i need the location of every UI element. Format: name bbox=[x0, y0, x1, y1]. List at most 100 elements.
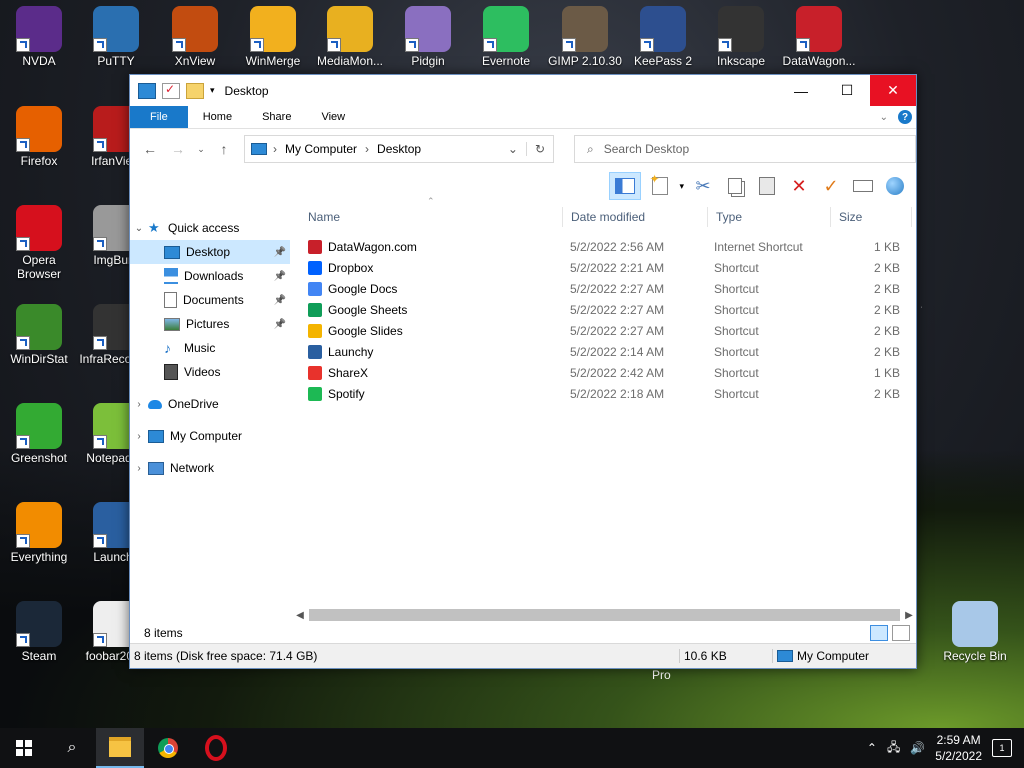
chevron-right-icon[interactable]: › bbox=[365, 142, 369, 156]
details-view-button[interactable] bbox=[870, 625, 888, 641]
column-size[interactable]: Size bbox=[831, 207, 912, 227]
cut-icon[interactable]: ✂ bbox=[690, 173, 716, 199]
desktop-icon-putty[interactable]: PuTTY bbox=[78, 6, 154, 68]
help-icon[interactable]: ? bbox=[898, 110, 912, 124]
pin-icon[interactable]: 📌 bbox=[274, 295, 286, 306]
volume-icon[interactable]: 🔊 bbox=[910, 741, 925, 755]
pin-icon[interactable]: 📌 bbox=[274, 247, 286, 258]
search-box[interactable]: ⌕ Search Desktop bbox=[574, 135, 916, 163]
pin-icon[interactable]: 📌 bbox=[274, 319, 286, 330]
desktop-icon-mediamonkey[interactable]: MediaMon... bbox=[312, 6, 388, 68]
desktop-icon-windirstat[interactable]: WinDirStat bbox=[1, 304, 77, 366]
up-button[interactable]: ↑ bbox=[214, 141, 234, 157]
notifications-icon[interactable]: 1 bbox=[992, 739, 1012, 757]
scroll-right-icon[interactable]: ▶ bbox=[902, 610, 916, 621]
forward-button[interactable]: → bbox=[168, 141, 188, 157]
nav-network[interactable]: › Network bbox=[130, 456, 290, 480]
chevron-right-icon[interactable]: › bbox=[130, 431, 148, 442]
column-name[interactable]: Name bbox=[300, 207, 563, 227]
file-row[interactable]: Google Docs 5/2/2022 2:27 AM Shortcut 2 KB bbox=[300, 278, 916, 299]
desktop-icon-evernote[interactable]: Evernote bbox=[468, 6, 544, 68]
nav-item-videos[interactable]: Videos bbox=[130, 360, 290, 384]
new-item-button[interactable]: ✦ bbox=[647, 172, 673, 199]
tab-view[interactable]: View bbox=[306, 106, 360, 128]
address-dropdown-icon[interactable]: ⌄ bbox=[500, 142, 527, 156]
close-button[interactable]: ✕ bbox=[870, 75, 916, 106]
horizontal-scrollbar[interactable]: ◀ ▶ bbox=[293, 608, 916, 622]
scrollbar-thumb[interactable] bbox=[309, 609, 900, 621]
desktop-icon-inkscape[interactable]: Inkscape bbox=[703, 6, 779, 68]
desktop-icon-xnview[interactable]: XnView bbox=[157, 6, 233, 68]
chevron-down-icon[interactable]: ⌄ bbox=[130, 223, 148, 234]
taskbar-file-explorer[interactable] bbox=[96, 728, 144, 768]
column-type[interactable]: Type bbox=[708, 207, 831, 227]
chevron-right-icon[interactable]: › bbox=[130, 463, 148, 474]
desktop-icon-everything[interactable]: Everything bbox=[1, 502, 77, 564]
breadcrumb-my-computer[interactable]: My Computer bbox=[285, 142, 357, 156]
desktop-icon-pidgin[interactable]: Pidgin bbox=[390, 6, 466, 68]
new-folder-icon[interactable] bbox=[186, 82, 204, 99]
nav-my-computer[interactable]: › My Computer bbox=[130, 424, 290, 448]
nav-item-pictures[interactable]: Pictures 📌 bbox=[130, 312, 290, 336]
clock[interactable]: 2:59 AM 5/2/2022 bbox=[935, 732, 982, 764]
taskbar-opera[interactable] bbox=[192, 728, 240, 768]
desktop-icon-greenshot[interactable]: Greenshot bbox=[1, 403, 77, 465]
refresh-icon[interactable]: ↻ bbox=[527, 142, 553, 156]
maximize-button[interactable]: ☐ bbox=[824, 75, 870, 106]
title-bar[interactable]: ✓ ▾ Desktop — ☐ ✕ bbox=[130, 75, 916, 106]
globe-icon[interactable] bbox=[882, 173, 908, 199]
file-row[interactable]: DataWagon.com 5/2/2022 2:56 AM Internet Sh… bbox=[300, 236, 916, 257]
checkmark-icon[interactable]: ✓ bbox=[818, 173, 844, 199]
file-row[interactable]: Launchy 5/2/2022 2:14 AM Shortcut 2 KB bbox=[300, 341, 916, 362]
recent-locations-button[interactable]: ⌄ bbox=[196, 144, 206, 155]
desktop-icon-nvda[interactable]: NVDA bbox=[1, 6, 77, 68]
tab-home[interactable]: Home bbox=[188, 106, 247, 128]
nav-item-label: Videos bbox=[184, 365, 221, 379]
file-row[interactable]: Spotify 5/2/2022 2:18 AM Shortcut 2 KB bbox=[300, 383, 916, 404]
search-button[interactable]: ⌕ bbox=[48, 728, 96, 768]
breadcrumb-desktop[interactable]: Desktop bbox=[377, 142, 421, 156]
desktop-icon-winmerge[interactable]: WinMerge bbox=[235, 6, 311, 68]
desktop-icon-opera[interactable]: Opera Browser bbox=[1, 205, 77, 281]
taskbar-chrome[interactable] bbox=[144, 728, 192, 768]
expand-ribbon-icon[interactable]: ⌄ bbox=[880, 112, 888, 123]
chevron-right-icon[interactable]: › bbox=[273, 142, 277, 156]
nav-item-downloads[interactable]: Downloads 📌 bbox=[130, 264, 290, 288]
desktop-icon-steam[interactable]: Steam bbox=[1, 601, 77, 663]
address-bar[interactable]: › My Computer › Desktop ⌄ ↻ bbox=[244, 135, 554, 163]
desktop-icon-keepass[interactable]: KeePass 2 bbox=[625, 6, 701, 68]
nav-item-desktop[interactable]: Desktop 📌 bbox=[130, 240, 290, 264]
nav-item-documents[interactable]: Documents 📌 bbox=[130, 288, 290, 312]
minimize-button[interactable]: — bbox=[778, 75, 824, 106]
scroll-left-icon[interactable]: ◀ bbox=[293, 610, 307, 621]
tab-file[interactable]: File bbox=[130, 106, 188, 128]
customize-qat-icon[interactable]: ▾ bbox=[210, 85, 215, 96]
start-button[interactable] bbox=[0, 728, 48, 768]
desktop-icon-recycle-bin[interactable]: Recycle Bin bbox=[937, 601, 1013, 663]
delete-icon[interactable]: ✕ bbox=[786, 173, 812, 199]
file-row[interactable]: Google Slides 5/2/2022 2:27 AM Shortcut 2 K… bbox=[300, 320, 916, 341]
network-tray-icon[interactable]: 🖧 bbox=[887, 738, 900, 759]
copy-icon[interactable] bbox=[722, 173, 748, 199]
chevron-right-icon[interactable]: › bbox=[130, 399, 148, 410]
nav-quick-access[interactable]: ⌄ ★ Quick access bbox=[130, 216, 290, 240]
rename-icon[interactable] bbox=[850, 173, 876, 199]
new-item-dropdown-icon[interactable]: ▾ bbox=[679, 181, 684, 192]
properties-icon[interactable]: ✓ bbox=[162, 82, 180, 99]
column-date-modified[interactable]: Date modified bbox=[563, 207, 708, 227]
file-row[interactable]: ShareX 5/2/2022 2:42 AM Shortcut 1 KB bbox=[300, 362, 916, 383]
nav-item-music[interactable]: ♪ Music bbox=[130, 336, 290, 360]
large-icons-view-button[interactable] bbox=[892, 625, 910, 641]
desktop-icon-firefox[interactable]: Firefox bbox=[1, 106, 77, 168]
navigation-pane-button[interactable] bbox=[609, 172, 642, 200]
file-row[interactable]: Dropbox 5/2/2022 2:21 AM Shortcut 2 KB bbox=[300, 257, 916, 278]
nav-onedrive[interactable]: › OneDrive bbox=[130, 392, 290, 416]
desktop-icon-gimp[interactable]: GIMP 2.10.30 bbox=[547, 6, 623, 68]
back-button[interactable]: ← bbox=[140, 141, 160, 157]
paste-icon[interactable] bbox=[754, 173, 780, 199]
tab-share[interactable]: Share bbox=[247, 106, 306, 128]
file-row[interactable]: Google Sheets 5/2/2022 2:27 AM Shortcut 2 K… bbox=[300, 299, 916, 320]
chevron-up-icon[interactable]: ⌃ bbox=[867, 741, 877, 755]
desktop-icon-datawagon[interactable]: DataWagon... bbox=[781, 6, 857, 68]
pin-icon[interactable]: 📌 bbox=[274, 271, 286, 282]
